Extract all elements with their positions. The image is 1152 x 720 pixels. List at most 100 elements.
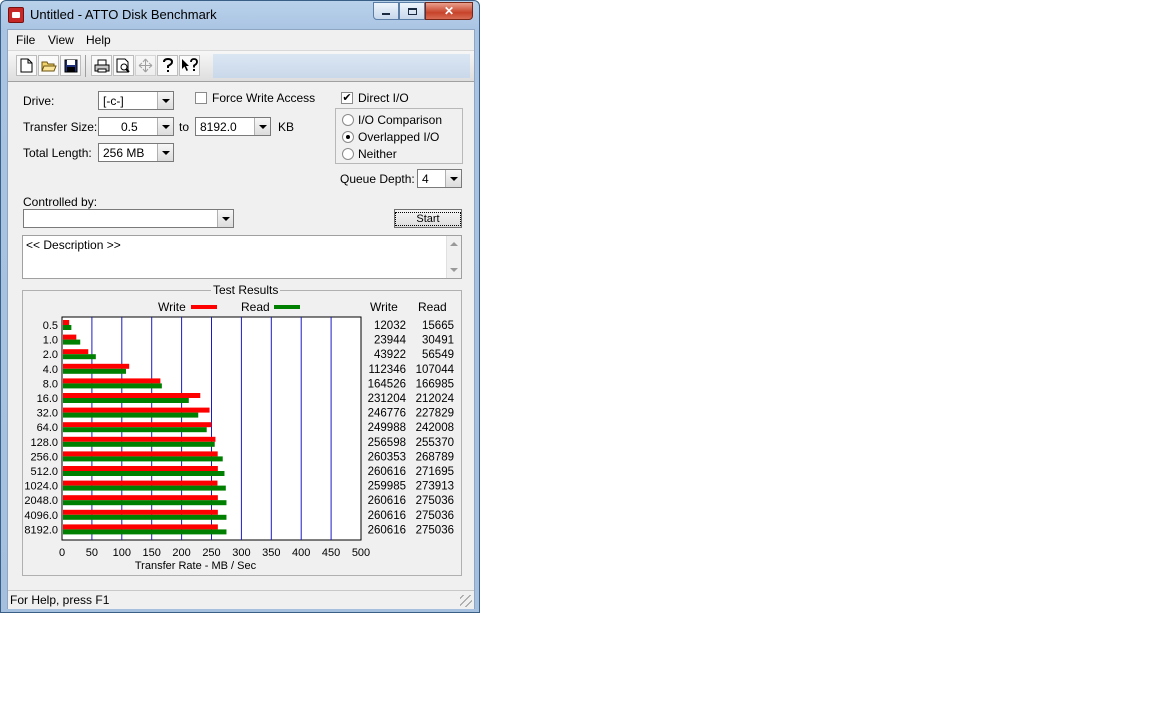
maximize-button[interactable] (399, 2, 425, 20)
window-title: Untitled - ATTO Disk Benchmark (30, 7, 217, 22)
radio-overlapped-io-label: Overlapped I/O (358, 130, 440, 144)
checkmark-icon: ✔ (342, 92, 352, 104)
toolbar-filler (213, 54, 470, 78)
write-bar (63, 378, 161, 384)
read-value: 255370 (416, 437, 454, 449)
print-preview-button[interactable] (113, 55, 134, 76)
move-icon (138, 58, 153, 73)
help-icon (162, 58, 173, 72)
app-window: Untitled - ATTO Disk Benchmark ✕ File Vi… (0, 0, 480, 613)
write-bar (63, 466, 218, 471)
menu-bar: File View Help (8, 30, 474, 51)
write-value: 231204 (368, 393, 407, 405)
start-button-label: Start (395, 211, 461, 226)
read-value: 166985 (416, 378, 454, 390)
description-textarea[interactable]: << Description >> (22, 235, 462, 279)
write-value: 249988 (368, 422, 406, 434)
read-bar (63, 485, 226, 491)
read-bar (63, 383, 162, 389)
status-text: For Help, press F1 (10, 593, 110, 607)
toolbar-separator (85, 55, 86, 77)
read-value: 275036 (416, 524, 454, 536)
read-bar (63, 325, 72, 330)
read-value: 242008 (416, 422, 454, 434)
queue-depth-select[interactable]: 4 (417, 169, 462, 188)
app-icon[interactable] (8, 7, 24, 23)
print-button[interactable] (91, 55, 112, 76)
transfer-size-label: Transfer Size: (23, 120, 98, 134)
help-button[interactable] (157, 55, 178, 76)
controlled-by-select[interactable] (23, 209, 234, 228)
total-length-value: 256 MB (103, 146, 145, 160)
save-button[interactable] (60, 55, 81, 76)
test-results-panel: Test Results Write Read Write Read 0 50 10… (22, 283, 462, 576)
x-tick-label: 150 (143, 547, 161, 559)
read-value: 271695 (416, 466, 454, 478)
x-tick-label: 200 (172, 547, 190, 559)
write-bar (63, 451, 218, 457)
chevron-down-icon[interactable] (254, 118, 270, 135)
category-label: 2048.0 (24, 495, 58, 507)
write-value: 43922 (374, 349, 406, 361)
minimize-button[interactable] (373, 2, 399, 20)
read-bar (63, 412, 199, 418)
move-button[interactable] (135, 55, 156, 76)
radio-io-comparison[interactable] (342, 114, 354, 126)
force-write-checkbox[interactable] (195, 92, 207, 104)
radio-overlapped-io[interactable] (342, 131, 354, 143)
drive-select[interactable]: [-c-] (98, 91, 174, 110)
read-bar (63, 354, 96, 360)
category-label: 256.0 (30, 451, 58, 463)
write-value: 260616 (368, 495, 406, 507)
radio-neither[interactable] (342, 148, 354, 160)
x-tick-label: 500 (352, 547, 370, 559)
x-axis-title: Transfer Rate - MB / Sec (135, 560, 257, 572)
chevron-down-icon[interactable] (157, 92, 173, 109)
chevron-down-icon[interactable] (157, 118, 173, 135)
read-bar (63, 456, 223, 462)
category-label: 8192.0 (24, 524, 58, 536)
new-icon (20, 58, 33, 73)
controlled-by-label: Controlled by: (23, 195, 98, 209)
read-value: 275036 (416, 510, 454, 522)
close-button[interactable]: ✕ (425, 2, 473, 20)
transfer-size-to-select[interactable]: 8192.0 (195, 117, 271, 136)
menu-file[interactable]: File (16, 33, 35, 47)
transfer-size-from-select[interactable]: 0.5 (98, 117, 174, 136)
context-help-button[interactable] (179, 55, 200, 76)
read-value: 15665 (422, 320, 454, 332)
read-bar (63, 471, 225, 476)
open-icon (40, 61, 57, 71)
category-label: 64.0 (37, 422, 58, 434)
scroll-up-icon[interactable] (450, 242, 458, 246)
description-scrollbar[interactable] (446, 236, 461, 278)
chevron-down-icon[interactable] (157, 144, 173, 161)
direct-io-checkbox[interactable]: ✔ (341, 92, 353, 104)
title-bar[interactable]: Untitled - ATTO Disk Benchmark ✕ (1, 1, 479, 29)
menu-view[interactable]: View (48, 33, 74, 47)
scroll-down-icon[interactable] (450, 268, 458, 272)
print-preview-icon (116, 58, 130, 73)
write-value: 164526 (368, 378, 406, 390)
chevron-down-icon[interactable] (445, 170, 461, 187)
queue-depth-label: Queue Depth: (340, 172, 415, 186)
total-length-select[interactable]: 256 MB (98, 143, 174, 162)
resize-grip-icon[interactable] (460, 595, 472, 607)
start-button[interactable]: Start (394, 209, 462, 228)
x-tick-label: 400 (292, 547, 310, 559)
drive-label: Drive: (23, 94, 55, 108)
drive-value: [-c-] (103, 94, 124, 108)
open-button[interactable] (38, 55, 59, 76)
category-label: 4096.0 (24, 510, 58, 522)
chevron-down-icon[interactable] (217, 210, 233, 227)
save-icon (64, 59, 77, 72)
read-bar (63, 514, 227, 520)
write-value: 112346 (368, 364, 406, 376)
client-area: File View Help Drive: [-c-] Force Write … (7, 29, 475, 609)
category-label: 1.0 (43, 335, 58, 347)
read-bar (63, 427, 207, 433)
write-value: 256598 (368, 437, 406, 449)
new-button[interactable] (16, 55, 37, 76)
write-bar (63, 436, 216, 442)
menu-help[interactable]: Help (86, 33, 111, 47)
